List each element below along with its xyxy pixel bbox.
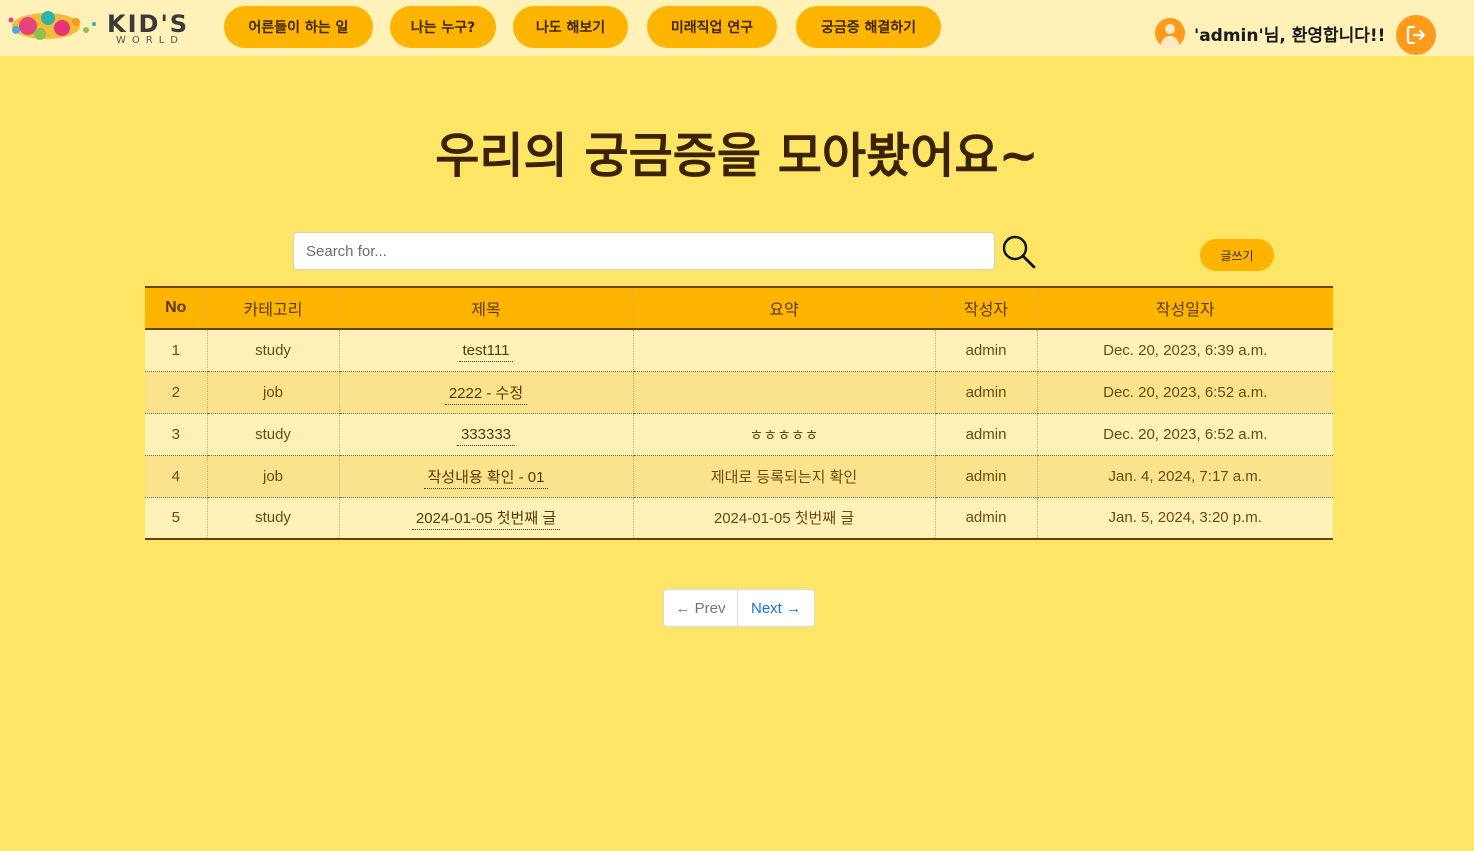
cell-date: Dec. 20, 2023, 6:39 a.m. xyxy=(1037,329,1333,372)
nav-who-am-i[interactable]: 나는 누구? xyxy=(390,6,496,48)
search-icon xyxy=(1002,235,1036,269)
table-row[interactable]: 3 study 333333 ㅎㅎㅎㅎㅎ admin Dec. 20, 2023… xyxy=(145,413,1333,456)
cell-title: test111 xyxy=(339,329,634,372)
cell-summary: ㅎㅎㅎㅎㅎ xyxy=(633,413,936,456)
cell-no: 5 xyxy=(145,497,208,539)
nav-try-it[interactable]: 나도 해보기 xyxy=(513,6,628,48)
logo-wordmark: KID'S xyxy=(107,10,190,38)
column-header-author[interactable]: 작성자 xyxy=(935,286,1038,330)
cell-author: admin xyxy=(935,329,1038,372)
search-button[interactable] xyxy=(1000,233,1038,271)
table-row[interactable]: 1 study test111 admin Dec. 20, 2023, 6:3… xyxy=(145,329,1333,372)
cell-date: Dec. 20, 2023, 6:52 a.m. xyxy=(1037,413,1333,456)
logout-button[interactable] xyxy=(1396,15,1436,55)
table-row[interactable]: 4 job 작성내용 확인 - 01 제대로 등록되는지 확인 admin Ja… xyxy=(145,455,1333,498)
table-row[interactable]: 5 study 2024-01-05 첫번째 글 2024-01-05 첫번째 … xyxy=(145,497,1333,539)
column-header-title[interactable]: 제목 xyxy=(339,286,634,330)
cell-no: 3 xyxy=(145,413,208,456)
cell-no: 1 xyxy=(145,329,208,372)
cell-summary: 2024-01-05 첫번째 글 xyxy=(633,497,936,539)
logo-splash-icon xyxy=(8,11,96,40)
cell-title: 2222 - 수정 xyxy=(339,371,634,414)
cell-no: 4 xyxy=(145,455,208,498)
kids-world-logo[interactable]: KID'S WORLD xyxy=(6,4,206,48)
nav-adult-jobs[interactable]: 어른들이 하는 일 xyxy=(224,6,373,48)
post-title-link[interactable]: 작성내용 확인 - 01 xyxy=(423,468,549,489)
page-title: 우리의 궁금증을 모아봤어요~ xyxy=(435,128,1039,184)
cell-category: job xyxy=(207,371,340,414)
search-input[interactable] xyxy=(293,232,995,270)
cell-title: 2024-01-05 첫번째 글 xyxy=(339,497,634,539)
cell-date: Dec. 20, 2023, 6:52 a.m. xyxy=(1037,371,1333,414)
nav-future-jobs[interactable]: 미래직업 연구 xyxy=(647,6,777,48)
cell-category: study xyxy=(207,497,340,539)
top-navbar: KID'S WORLD 어른들이 하는 일 나는 누구? 나도 해보기 미래직업… xyxy=(0,0,1474,56)
logout-icon xyxy=(1406,25,1426,45)
cell-title: 작성내용 확인 - 01 xyxy=(339,455,634,498)
prev-page-button[interactable]: ← Prev xyxy=(664,590,738,626)
cell-no: 2 xyxy=(145,371,208,414)
cell-author: admin xyxy=(935,455,1038,498)
cell-category: job xyxy=(207,455,340,498)
cell-category: study xyxy=(207,413,340,456)
cell-summary: 제대로 등록되는지 확인 xyxy=(633,455,936,498)
post-title-link[interactable]: 333333 xyxy=(456,425,516,446)
post-title-link[interactable]: 2222 - 수정 xyxy=(444,384,528,405)
nav-questions[interactable]: 궁금증 해결하기 xyxy=(796,6,941,48)
cell-date: Jan. 5, 2024, 3:20 p.m. xyxy=(1037,497,1333,539)
cell-summary xyxy=(633,371,936,414)
logo-subtitle: WORLD xyxy=(116,35,184,46)
question-board-table: No 카테고리 제목 요약 작성자 작성일자 1 study test111 a… xyxy=(145,286,1333,540)
welcome-text: 'admin'님, 환영합니다!! xyxy=(1194,25,1386,46)
column-header-category[interactable]: 카테고리 xyxy=(207,286,340,330)
cell-summary xyxy=(633,329,936,372)
next-page-button[interactable]: Next → xyxy=(738,590,814,626)
user-greeting: 'admin'님, 환영합니다!! xyxy=(1155,18,1385,48)
post-title-link[interactable]: test111 xyxy=(458,341,514,362)
column-header-no[interactable]: No xyxy=(145,286,208,330)
post-title-link[interactable]: 2024-01-05 첫번째 글 xyxy=(411,510,561,531)
cell-author: admin xyxy=(935,371,1038,414)
user-avatar-icon xyxy=(1155,18,1185,48)
cell-author: admin xyxy=(935,413,1038,456)
cell-date: Jan. 4, 2024, 7:17 a.m. xyxy=(1037,455,1333,498)
column-header-date[interactable]: 작성일자 xyxy=(1037,286,1333,330)
cell-author: admin xyxy=(935,497,1038,539)
cell-category: study xyxy=(207,329,340,372)
cell-title: 333333 xyxy=(339,413,634,456)
column-header-summary[interactable]: 요약 xyxy=(633,286,936,330)
write-post-button[interactable]: 글쓰기 xyxy=(1200,239,1274,271)
pagination: ← Prev Next → xyxy=(663,589,815,627)
table-row[interactable]: 2 job 2222 - 수정 admin Dec. 20, 2023, 6:5… xyxy=(145,371,1333,414)
table-header-row: No 카테고리 제목 요약 작성자 작성일자 xyxy=(145,286,1333,330)
